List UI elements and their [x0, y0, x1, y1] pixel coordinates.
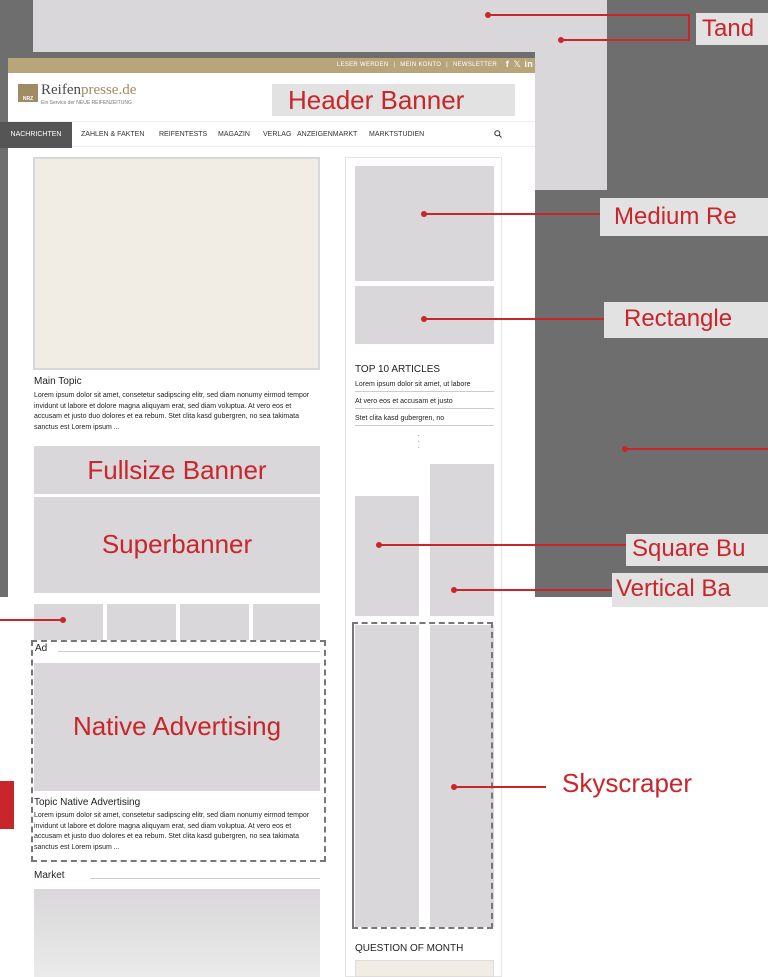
logo-mark-icon: NRZ: [18, 84, 38, 102]
native-topic-body: Lorem ipsum dolor sit amet, consetetur s…: [34, 812, 310, 851]
rectangle-ad: [355, 286, 494, 344]
main-nav: NACHRICHTEN ZAHLEN & FAKTEN REIFENTESTS …: [0, 121, 535, 148]
link-newsletter[interactable]: NEWSLETTER: [453, 62, 497, 68]
medium-rectangle-callout-label: Medium Re: [614, 203, 737, 230]
rectangle-callout: Rectangle: [604, 302, 768, 338]
callout-line: [454, 589, 612, 591]
square-button-ad: [355, 496, 419, 616]
logo[interactable]: NRZ Reifenpresse.de Ein Service der NEUE…: [18, 82, 178, 114]
square-button-callout-label: Square Bu: [632, 535, 746, 562]
market-title: Market: [34, 870, 69, 881]
tandem-callout-label: Tand: [702, 15, 755, 42]
medium-rectangle-callout: Medium Re: [600, 198, 768, 236]
facebook-icon[interactable]: f: [506, 59, 509, 69]
ad-label-rule: [58, 651, 320, 652]
nav-verlag[interactable]: VERLAG: [263, 122, 291, 148]
square-ad-2: [107, 604, 176, 640]
callout-line: [454, 786, 546, 788]
medium-rectangle-ad: [355, 166, 494, 281]
red-marker: [0, 781, 14, 829]
vertical-banner-ad: [430, 464, 494, 616]
nav-magazin[interactable]: MAGAZIN: [218, 122, 250, 148]
article-link[interactable]: At vero eos et accusam et justo: [355, 398, 494, 409]
header-banner-label: Header Banner: [288, 85, 465, 115]
logo-text-accent: presse.de: [80, 82, 137, 98]
callout-line: [379, 544, 626, 546]
nav-zahlen-fakten[interactable]: ZAHLEN & FAKTEN: [81, 122, 144, 148]
callout-line: [424, 318, 604, 320]
nav-nachrichten[interactable]: NACHRICHTEN: [0, 122, 72, 148]
callout-line: [488, 14, 688, 16]
callout-line: [688, 14, 690, 41]
top10-title: TOP 10 ARTICLES: [355, 364, 441, 375]
native-advertising-label: Native Advertising: [72, 711, 282, 741]
logo-subtitle: Ein Service der NEUE REIFENZEITUNG: [41, 100, 132, 106]
question-box[interactable]: [355, 960, 494, 977]
top-bar: LESER WERDEN | MEIN KONTO | NEWSLETTER f…: [8, 58, 535, 73]
link-mein-konto[interactable]: MEIN KONTO: [400, 62, 441, 68]
divider: |: [446, 62, 449, 68]
fullsize-banner-ad: Fullsize Banner: [34, 446, 320, 494]
callout-line: [561, 39, 690, 41]
vertical-banner-callout-label: Vertical Ba: [616, 575, 731, 602]
question-title: QUESTION OF MONTH: [355, 943, 464, 954]
market-image[interactable]: [34, 889, 320, 977]
callout-line: [625, 448, 768, 450]
superbanner-ad: Superbanner: [34, 497, 320, 593]
logo-text: Reifen: [41, 82, 81, 98]
divider: |: [393, 62, 396, 68]
nav-marktstudien[interactable]: MARKTSTUDIEN: [369, 122, 424, 148]
search-icon[interactable]: [488, 122, 508, 148]
linkedin-icon[interactable]: in: [524, 59, 533, 69]
article-link[interactable]: Lorem ipsum dolor sit amet, ut labore: [355, 381, 494, 392]
tandem-callout: Tand: [696, 13, 768, 45]
square-ad-3: [180, 604, 249, 640]
link-leser-werden[interactable]: LESER WERDEN: [337, 62, 389, 68]
more-articles-ellipsis: . . .: [418, 432, 420, 450]
main-topic-title[interactable]: Main Topic: [34, 376, 82, 387]
main-topic-body: Lorem ipsum dolor sit amet, consetetur s…: [34, 392, 310, 431]
square-button-callout: Square Bu: [626, 534, 768, 566]
square-ad-4: [253, 604, 320, 640]
nav-anzeigenmarkt[interactable]: ANZEIGENMARKT: [297, 122, 357, 148]
square-ad-1: [34, 604, 103, 640]
superbanner-label: Superbanner: [101, 529, 253, 559]
ad-label: Ad: [35, 643, 52, 654]
main-topic-image[interactable]: [33, 157, 320, 370]
native-topic-title[interactable]: Topic Native Advertising: [34, 797, 140, 808]
x-icon[interactable]: 𝕏: [513, 59, 521, 70]
tandem-side-banner: [535, 0, 607, 190]
header-banner-ad: Header Banner: [272, 84, 515, 116]
article-link[interactable]: Stet clita kasd gubergren, no: [355, 415, 494, 426]
nav-reifentests[interactable]: REIFENTESTS: [159, 122, 207, 148]
vertical-banner-callout: Vertical Ba: [612, 573, 768, 607]
market-rule: [90, 878, 320, 879]
rectangle-callout-label: Rectangle: [624, 305, 733, 332]
skyscraper-dashed-outline: [352, 622, 493, 929]
skyscraper-callout-label: Skyscraper: [562, 768, 693, 798]
native-advertising-ad: Native Advertising: [34, 663, 320, 791]
callout-line: [0, 619, 62, 621]
callout-line: [424, 213, 600, 215]
fullsize-banner-label: Fullsize Banner: [87, 455, 267, 485]
tandem-top-banner: [33, 0, 607, 52]
